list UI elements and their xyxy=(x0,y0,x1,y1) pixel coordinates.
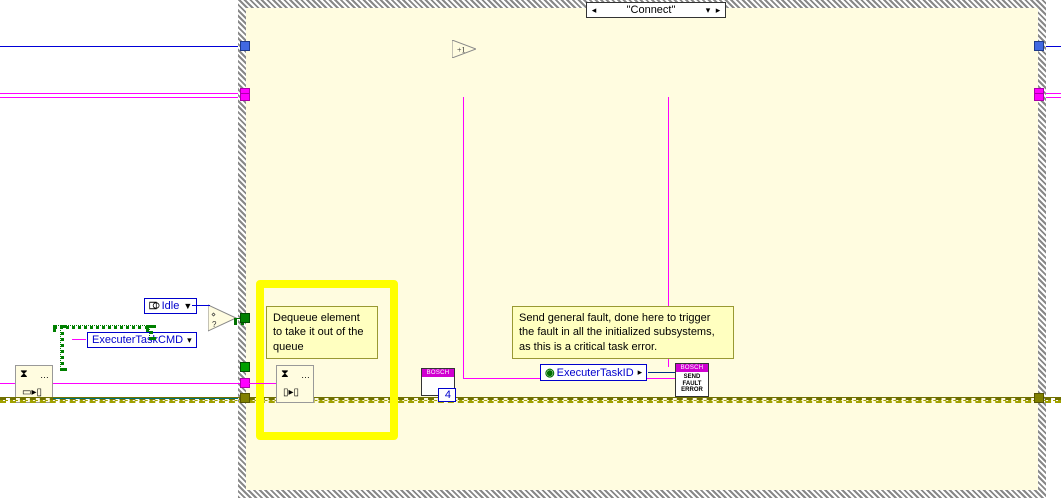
tunnel-magenta-left-2 xyxy=(240,93,250,101)
executer-task-cmd-constant[interactable]: ExecuterTaskCMD ▾ xyxy=(87,332,197,348)
increment-primitive: +1 xyxy=(452,40,476,58)
svg-text:?: ? xyxy=(212,320,217,329)
bosch-send-fault-node[interactable]: BOSCH SEND FAULT ERROR xyxy=(675,363,709,397)
case-selector-terminal xyxy=(240,313,250,323)
wire-green-1v xyxy=(149,325,153,340)
tunnel-blue-right xyxy=(1034,41,1044,51)
tunnel-blue-left xyxy=(240,41,250,51)
idle-enum-constant[interactable]: ⎄ Idle ▼ xyxy=(144,298,197,314)
enum-dropdown-icon-2[interactable]: ▾ xyxy=(187,335,192,346)
tunnel-olive-left xyxy=(240,393,250,403)
hourglass-icon: ⧗ xyxy=(20,368,28,381)
wire-magenta-drop xyxy=(463,97,464,378)
dequeue-icon: ▯▸▯ xyxy=(283,387,299,398)
case-next-arrow[interactable]: ▾ xyxy=(703,5,713,16)
enum-dropdown-icon[interactable]: ▼ xyxy=(183,301,192,311)
constant-four[interactable]: 4 xyxy=(438,388,456,402)
tunnel-green-mid xyxy=(240,362,250,372)
wire-green-1 xyxy=(53,325,149,329)
dequeue-comment-text: Dequeue element to take it out of the qu… xyxy=(273,312,364,353)
bosch-header-1: BOSCH xyxy=(422,369,454,377)
tunnel-olive-right xyxy=(1034,393,1044,403)
executer-task-id-constant[interactable]: ◉ ExecuterTaskID ▸ xyxy=(540,364,647,381)
wire-green-2 xyxy=(60,325,64,371)
dots-icon: … xyxy=(40,370,49,380)
fault-comment-text: Send general fault, done here to trigger… xyxy=(519,312,715,353)
wire-teal xyxy=(53,398,238,399)
wire-magenta-into-dequeue xyxy=(248,383,276,384)
wire-idle-to-select xyxy=(192,305,210,306)
case-prev-arrow[interactable]: ◂ xyxy=(589,5,599,16)
hourglass-icon-2: ⧗ xyxy=(281,368,289,381)
bosch-send-fault-body: SEND FAULT ERROR xyxy=(676,372,708,396)
dequeue-node[interactable]: ⧗ … ▯▸▯ xyxy=(276,365,314,403)
wire-cmd-stub xyxy=(72,339,86,340)
increment-label: +1 xyxy=(457,46,466,55)
executer-task-id-label: ExecuterTaskID xyxy=(557,367,634,379)
wire-taskid-to-fault xyxy=(648,372,676,373)
executer-task-cmd-label: ExecuterTaskCMD xyxy=(92,334,183,346)
wire-magenta-to-case-mid xyxy=(53,383,244,384)
constant-four-value: 4 xyxy=(445,389,451,401)
fault-comment: Send general fault, done here to trigger… xyxy=(512,306,734,359)
case-selector-label: "Connect" xyxy=(599,3,703,17)
globe-icon: ◉ xyxy=(545,366,555,379)
case-next-arrow-r[interactable]: ▸ xyxy=(713,5,723,16)
case-selector[interactable]: ◂ "Connect" ▾ ▸ xyxy=(586,2,726,18)
idle-enum-label: Idle xyxy=(162,300,180,312)
wire-magenta-left-in xyxy=(0,383,15,384)
tunnel-magenta-right-2 xyxy=(1034,93,1044,101)
dequeue-comment: Dequeue element to take it out of the qu… xyxy=(266,306,378,359)
wire-error-main-2 xyxy=(0,400,1061,403)
bosch-header-2: BOSCH xyxy=(676,364,708,372)
svg-text:⋄: ⋄ xyxy=(211,310,216,319)
highlight-frame xyxy=(256,280,398,440)
enum-dropdown-icon-3[interactable]: ▸ xyxy=(638,367,643,378)
dots-icon-2: … xyxy=(301,370,310,380)
enum-glyph-icon: ⎄ xyxy=(149,301,160,312)
